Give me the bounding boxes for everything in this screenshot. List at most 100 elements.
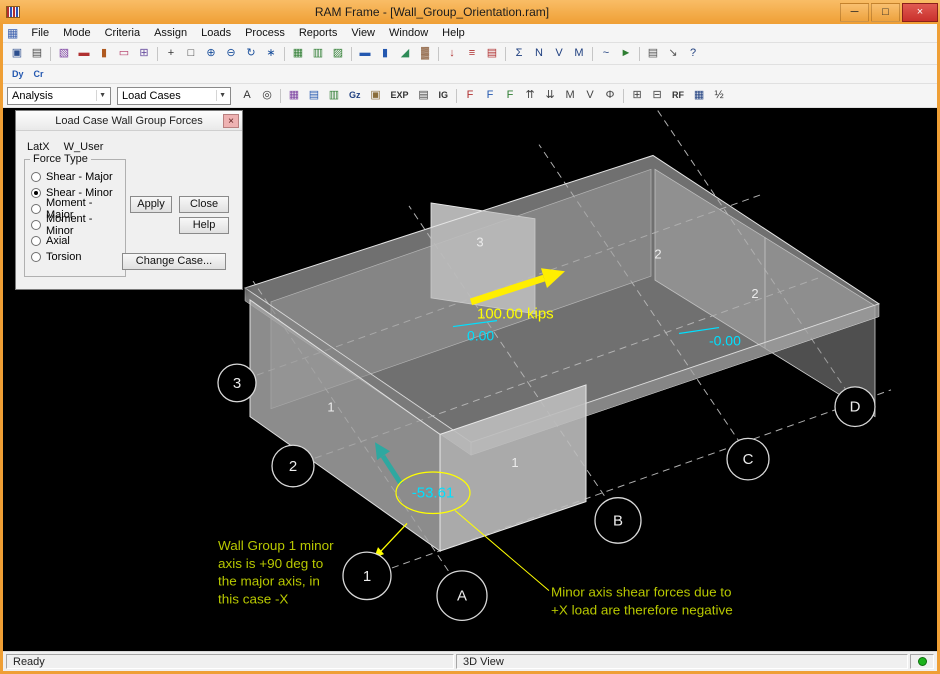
show-deflected-toggle[interactable]: Dy bbox=[8, 66, 28, 82]
clipboard-icon[interactable]: ▣ bbox=[367, 88, 385, 104]
grid-bubble-A: A bbox=[437, 571, 487, 620]
grid-on-icon[interactable]: ⊞ bbox=[628, 88, 646, 104]
case-label-latx[interactable]: LatX bbox=[27, 141, 50, 153]
select-box-icon[interactable]: □ bbox=[182, 46, 200, 62]
help-icon[interactable]: ? bbox=[684, 46, 702, 62]
member-brace-icon[interactable]: ◢ bbox=[396, 46, 414, 62]
mode-combobox[interactable]: Analysis ▼ bbox=[7, 87, 111, 105]
member-beam-icon[interactable]: ▬ bbox=[356, 46, 374, 62]
mode-grid-icon[interactable]: ⊞ bbox=[135, 46, 153, 62]
binoculars-icon[interactable]: ◎ bbox=[258, 88, 276, 104]
menu-item-criteria[interactable]: Criteria bbox=[98, 26, 147, 40]
radio-label: Torsion bbox=[46, 251, 81, 263]
app-icon bbox=[6, 6, 20, 18]
radio-moment-minor[interactable]: Moment - Minor bbox=[31, 217, 123, 233]
radio-torsion[interactable]: Torsion bbox=[31, 249, 123, 265]
view-plan-icon[interactable]: ▦ bbox=[289, 46, 307, 62]
story-shear-icon[interactable]: ▤ bbox=[305, 88, 323, 104]
moment-diagram-icon[interactable]: M bbox=[561, 88, 579, 104]
toolbar-separator bbox=[505, 47, 506, 61]
tension-icon[interactable]: ⇈ bbox=[521, 88, 539, 104]
close-dialog-button[interactable]: Close bbox=[179, 196, 229, 213]
case-labels: LatX W_User bbox=[27, 141, 103, 153]
torsion-icon[interactable]: Φ bbox=[601, 88, 619, 104]
help-button[interactable]: Help bbox=[179, 217, 229, 234]
axial-results-icon[interactable]: N bbox=[530, 46, 548, 62]
frame-results-icon[interactable]: ▥ bbox=[325, 88, 343, 104]
grid-bubble-1: 1 bbox=[343, 552, 391, 599]
deflected-shape-icon[interactable]: ~ bbox=[597, 46, 615, 62]
3d-viewport[interactable]: 3 2 2 1 1 100.00 kips 0.00 -0.00 -53.61 bbox=[3, 108, 937, 651]
load-case-combobox[interactable]: Load Cases ▼ bbox=[117, 87, 231, 105]
menu-item-help[interactable]: Help bbox=[435, 26, 472, 40]
svg-text:3: 3 bbox=[233, 376, 241, 392]
rotate-view-icon[interactable]: ↻ bbox=[242, 46, 260, 62]
change-case-button[interactable]: Change Case... bbox=[122, 253, 226, 270]
member-wall-icon[interactable]: ▓ bbox=[416, 46, 434, 62]
maximize-button[interactable]: □ bbox=[871, 3, 900, 22]
image-capture-icon[interactable]: IG bbox=[435, 88, 453, 104]
close-button[interactable]: × bbox=[902, 3, 938, 22]
compression-icon[interactable]: ⇊ bbox=[541, 88, 559, 104]
radio-circle-icon[interactable] bbox=[31, 188, 41, 198]
menu-item-loads[interactable]: Loads bbox=[194, 26, 238, 40]
wall-numbers-icon[interactable]: ▦ bbox=[690, 88, 708, 104]
print-icon[interactable]: ▤ bbox=[28, 46, 46, 62]
radio-circle-icon[interactable] bbox=[31, 252, 41, 262]
menu-item-window[interactable]: Window bbox=[382, 26, 435, 40]
mode-wall-icon[interactable]: ▭ bbox=[115, 46, 133, 62]
applied-loads-icon[interactable]: F bbox=[461, 88, 479, 104]
analyze-icon[interactable]: Σ bbox=[510, 46, 528, 62]
minimize-button[interactable]: ─ bbox=[840, 3, 869, 22]
svg-text:this case -X: this case -X bbox=[218, 592, 288, 607]
print-view-icon[interactable]: ▤ bbox=[415, 88, 433, 104]
zoom-out-icon[interactable]: ⊖ bbox=[222, 46, 240, 62]
grid-off-icon[interactable]: ⊟ bbox=[648, 88, 666, 104]
menu-item-assign[interactable]: Assign bbox=[147, 26, 194, 40]
gravity-loads-icon[interactable]: Gz bbox=[345, 88, 365, 104]
menu-item-view[interactable]: View bbox=[344, 26, 382, 40]
export-model-icon[interactable]: EXP bbox=[387, 88, 413, 104]
load-point-icon[interactable]: ↓ bbox=[443, 46, 461, 62]
save-icon[interactable]: ▣ bbox=[8, 46, 26, 62]
animate-icon[interactable]: ► bbox=[617, 46, 635, 62]
menu-item-mode[interactable]: Mode bbox=[56, 26, 98, 40]
case-label-wuser[interactable]: W_User bbox=[64, 141, 104, 153]
shear-diagram-icon[interactable]: V bbox=[581, 88, 599, 104]
wall-group-forces-icon[interactable]: ▦ bbox=[285, 88, 303, 104]
menu-item-file[interactable]: File bbox=[24, 26, 56, 40]
mode-3d-icon[interactable]: ▧ bbox=[55, 46, 73, 62]
zoom-in-icon[interactable]: ⊕ bbox=[202, 46, 220, 62]
radio-circle-icon[interactable] bbox=[31, 172, 41, 182]
menu-item-reports[interactable]: Reports bbox=[292, 26, 345, 40]
load-distributed-icon[interactable]: ≡ bbox=[463, 46, 481, 62]
radio-circle-icon[interactable] bbox=[31, 236, 41, 246]
mode-beam-icon[interactable]: ▬ bbox=[75, 46, 93, 62]
view-mode-icon[interactable]: A bbox=[238, 88, 256, 104]
story-level-icon[interactable]: ½ bbox=[710, 88, 728, 104]
shear-results-icon[interactable]: V bbox=[550, 46, 568, 62]
member-column-icon[interactable]: ▮ bbox=[376, 46, 394, 62]
rigid-frame-icon[interactable]: RF bbox=[668, 88, 688, 104]
radio-circle-icon[interactable] bbox=[31, 204, 41, 214]
export-icon[interactable]: ↘ bbox=[664, 46, 682, 62]
radio-shear-major[interactable]: Shear - Major bbox=[31, 169, 123, 185]
shear-value-1: 0.00 bbox=[467, 328, 494, 344]
view-3d-icon[interactable]: ▨ bbox=[329, 46, 347, 62]
view-elevation-icon[interactable]: ▥ bbox=[309, 46, 327, 62]
menu-item-process[interactable]: Process bbox=[238, 26, 292, 40]
dialog-title-bar[interactable]: Load Case Wall Group Forces × bbox=[16, 111, 242, 131]
radio-circle-icon[interactable] bbox=[31, 220, 41, 230]
dialog-close-icon[interactable]: × bbox=[223, 114, 239, 128]
load-area-icon[interactable]: ▤ bbox=[483, 46, 501, 62]
reaction-forces-icon[interactable]: F bbox=[481, 88, 499, 104]
pan-view-icon[interactable]: ∗ bbox=[262, 46, 280, 62]
member-forces-icon[interactable]: F bbox=[501, 88, 519, 104]
show-criteria-toggle[interactable]: Cr bbox=[30, 66, 48, 82]
select-crosshair-icon[interactable]: + bbox=[162, 46, 180, 62]
report-icon[interactable]: ▤ bbox=[644, 46, 662, 62]
moment-results-icon[interactable]: M bbox=[570, 46, 588, 62]
apply-button[interactable]: Apply bbox=[130, 196, 172, 213]
wall-group-forces-dialog: Load Case Wall Group Forces × LatX W_Use… bbox=[15, 110, 243, 290]
mode-column-icon[interactable]: ▮ bbox=[95, 46, 113, 62]
